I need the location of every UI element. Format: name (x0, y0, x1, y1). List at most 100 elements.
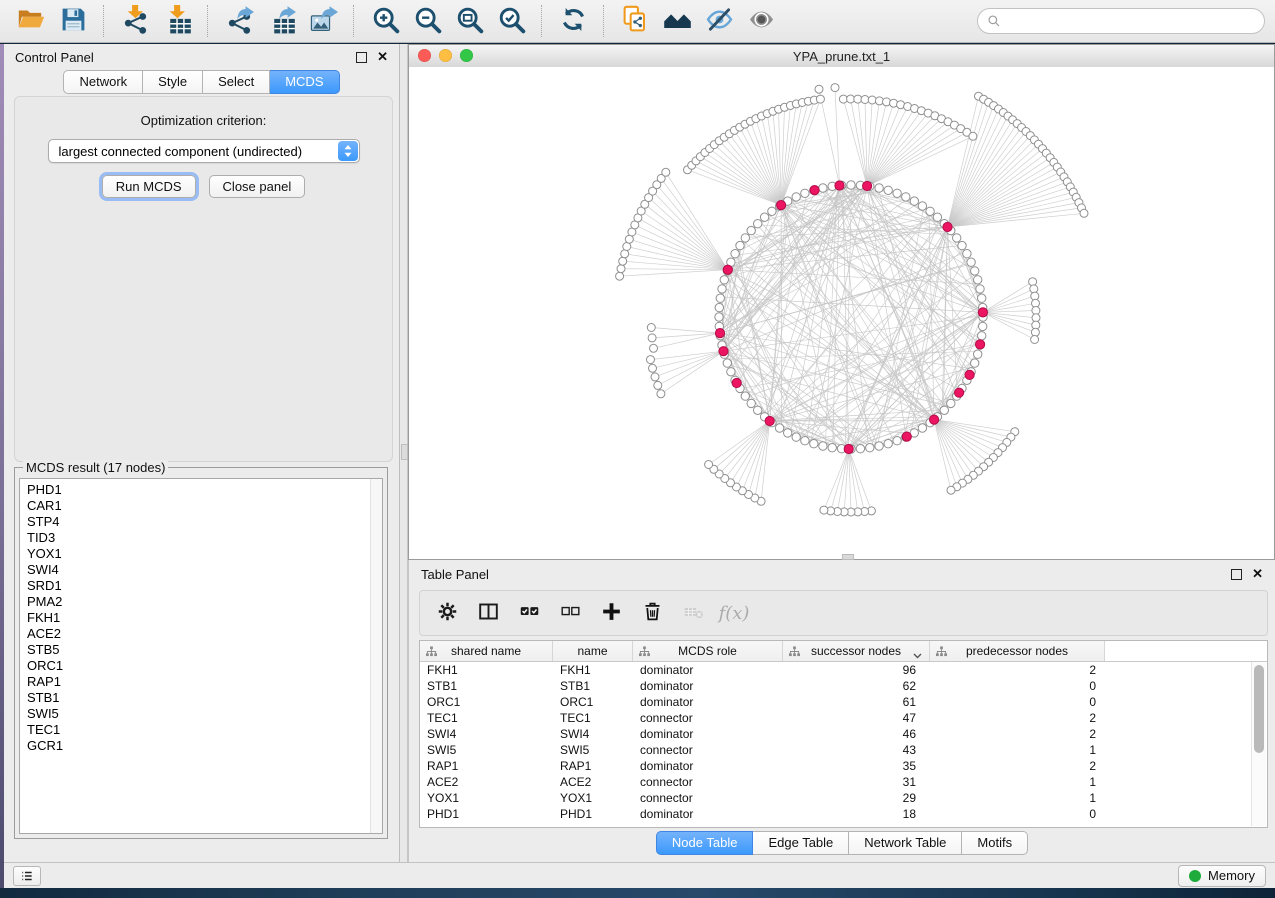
cell-predecessor-nodes[interactable]: 1 (930, 790, 1105, 806)
export-network-button[interactable] (219, 3, 259, 39)
mcds-result-item[interactable]: CAR1 (27, 498, 382, 514)
cell-name[interactable]: ACE2 (553, 774, 633, 790)
column-header-predecessor-nodes[interactable]: predecessor nodes (930, 641, 1105, 661)
import-table-button[interactable] (157, 3, 197, 39)
zoom-out-button[interactable] (407, 3, 447, 39)
task-history-button[interactable] (13, 866, 41, 886)
mcds-result-item[interactable]: STB5 (27, 642, 382, 658)
cell-predecessor-nodes[interactable]: 2 (930, 662, 1105, 678)
cell-name[interactable]: RAP1 (553, 758, 633, 774)
cell-predecessor-nodes[interactable]: 2 (930, 758, 1105, 774)
cell-name[interactable]: YOX1 (553, 790, 633, 806)
table-row[interactable]: SWI5SWI5connector431 (420, 742, 1267, 758)
cell-successor-nodes[interactable]: 62 (783, 678, 930, 694)
network-canvas[interactable] (409, 67, 1274, 559)
cell-name[interactable]: ORC1 (553, 694, 633, 710)
cell-successor-nodes[interactable]: 46 (783, 726, 930, 742)
sort-desc-icon[interactable] (913, 648, 922, 662)
first-neighbors-button[interactable] (657, 3, 697, 39)
tab-style[interactable]: Style (143, 70, 203, 94)
minimize-window-icon[interactable] (439, 49, 452, 62)
select-all-columns-button[interactable] (512, 596, 546, 630)
cell-predecessor-nodes[interactable]: 2 (930, 710, 1105, 726)
export-table-button[interactable] (261, 3, 301, 39)
table-scrollbar-thumb[interactable] (1254, 665, 1264, 753)
cell-successor-nodes[interactable]: 31 (783, 774, 930, 790)
zoom-selected-button[interactable] (491, 3, 531, 39)
cell-name[interactable]: PHD1 (553, 806, 633, 822)
cell-shared-name[interactable]: ACE2 (420, 774, 553, 790)
hide-selected-button[interactable] (699, 3, 739, 39)
cell-mcds-role[interactable]: dominator (633, 758, 783, 774)
cell-successor-nodes[interactable]: 47 (783, 710, 930, 726)
cell-name[interactable]: FKH1 (553, 662, 633, 678)
mcds-result-item[interactable]: ACE2 (27, 626, 382, 642)
memory-button[interactable]: Memory (1178, 865, 1266, 887)
cell-shared-name[interactable]: RAP1 (420, 758, 553, 774)
close-window-icon[interactable] (418, 49, 431, 62)
cell-shared-name[interactable]: STB1 (420, 678, 553, 694)
table-row[interactable]: SWI4SWI4dominator462 (420, 726, 1267, 742)
mcds-result-item[interactable]: SWI4 (27, 562, 382, 578)
cell-shared-name[interactable]: PHD1 (420, 806, 553, 822)
open-folder-button[interactable] (11, 3, 51, 39)
mcds-result-item[interactable]: PHD1 (27, 482, 382, 498)
search-box[interactable] (977, 8, 1265, 34)
table-tab-motifs[interactable]: Motifs (962, 831, 1028, 855)
mcds-result-item[interactable]: STB1 (27, 690, 382, 706)
cell-name[interactable]: STB1 (553, 678, 633, 694)
mcds-result-item[interactable]: SRD1 (27, 578, 382, 594)
mcds-result-item[interactable]: ORC1 (27, 658, 382, 674)
cell-shared-name[interactable]: YOX1 (420, 790, 553, 806)
close-table-panel-icon[interactable]: ✕ (1252, 569, 1263, 579)
panel-divider[interactable] (400, 44, 408, 862)
mcds-result-item[interactable]: TEC1 (27, 722, 382, 738)
table-row[interactable]: YOX1YOX1connector291 (420, 790, 1267, 806)
cell-mcds-role[interactable]: connector (633, 790, 783, 806)
run-mcds-button[interactable]: Run MCDS (102, 175, 196, 198)
import-network-button[interactable] (115, 3, 155, 39)
cell-mcds-role[interactable]: dominator (633, 662, 783, 678)
float-panel-icon[interactable] (356, 52, 367, 63)
cell-mcds-role[interactable]: dominator (633, 806, 783, 822)
cell-name[interactable]: SWI4 (553, 726, 633, 742)
search-input[interactable] (1007, 13, 1255, 30)
cell-successor-nodes[interactable]: 29 (783, 790, 930, 806)
mcds-result-item[interactable]: STP4 (27, 514, 382, 530)
cell-successor-nodes[interactable]: 96 (783, 662, 930, 678)
table-tab-edge-table[interactable]: Edge Table (753, 831, 849, 855)
cell-mcds-role[interactable]: dominator (633, 726, 783, 742)
refresh-button[interactable] (553, 3, 593, 39)
cell-name[interactable]: TEC1 (553, 710, 633, 726)
mcds-result-item[interactable]: FKH1 (27, 610, 382, 626)
cell-mcds-role[interactable]: dominator (633, 678, 783, 694)
cell-predecessor-nodes[interactable]: 0 (930, 694, 1105, 710)
table-row[interactable]: FKH1FKH1dominator962 (420, 662, 1267, 678)
cell-mcds-role[interactable]: connector (633, 710, 783, 726)
cell-successor-nodes[interactable]: 35 (783, 758, 930, 774)
table-tab-network-table[interactable]: Network Table (849, 831, 962, 855)
cell-successor-nodes[interactable]: 61 (783, 694, 930, 710)
cell-predecessor-nodes[interactable]: 0 (930, 678, 1105, 694)
mcds-result-item[interactable]: TID3 (27, 530, 382, 546)
cell-mcds-role[interactable]: connector (633, 774, 783, 790)
close-panel-icon[interactable]: ✕ (377, 52, 388, 62)
cell-shared-name[interactable]: SWI5 (420, 742, 553, 758)
mcds-result-scrollbar[interactable] (370, 479, 382, 833)
clone-network-button[interactable] (615, 3, 655, 39)
table-tab-node-table[interactable]: Node Table (656, 831, 754, 855)
cell-successor-nodes[interactable]: 43 (783, 742, 930, 758)
cell-shared-name[interactable]: TEC1 (420, 710, 553, 726)
criterion-dropdown[interactable]: largest connected component (undirected) (48, 139, 360, 163)
divider-grip[interactable] (401, 444, 408, 460)
tab-network[interactable]: Network (63, 70, 143, 94)
table-row[interactable]: RAP1RAP1dominator352 (420, 758, 1267, 774)
zoom-window-icon[interactable] (460, 49, 473, 62)
table-row[interactable]: STB1STB1dominator620 (420, 678, 1267, 694)
table-row[interactable]: ACE2ACE2connector311 (420, 774, 1267, 790)
table-scrollbar[interactable] (1251, 662, 1266, 826)
column-header-shared-name[interactable]: shared name (420, 641, 553, 661)
tab-mcds[interactable]: MCDS (270, 70, 339, 94)
cell-shared-name[interactable]: ORC1 (420, 694, 553, 710)
table-row[interactable]: ORC1ORC1dominator610 (420, 694, 1267, 710)
